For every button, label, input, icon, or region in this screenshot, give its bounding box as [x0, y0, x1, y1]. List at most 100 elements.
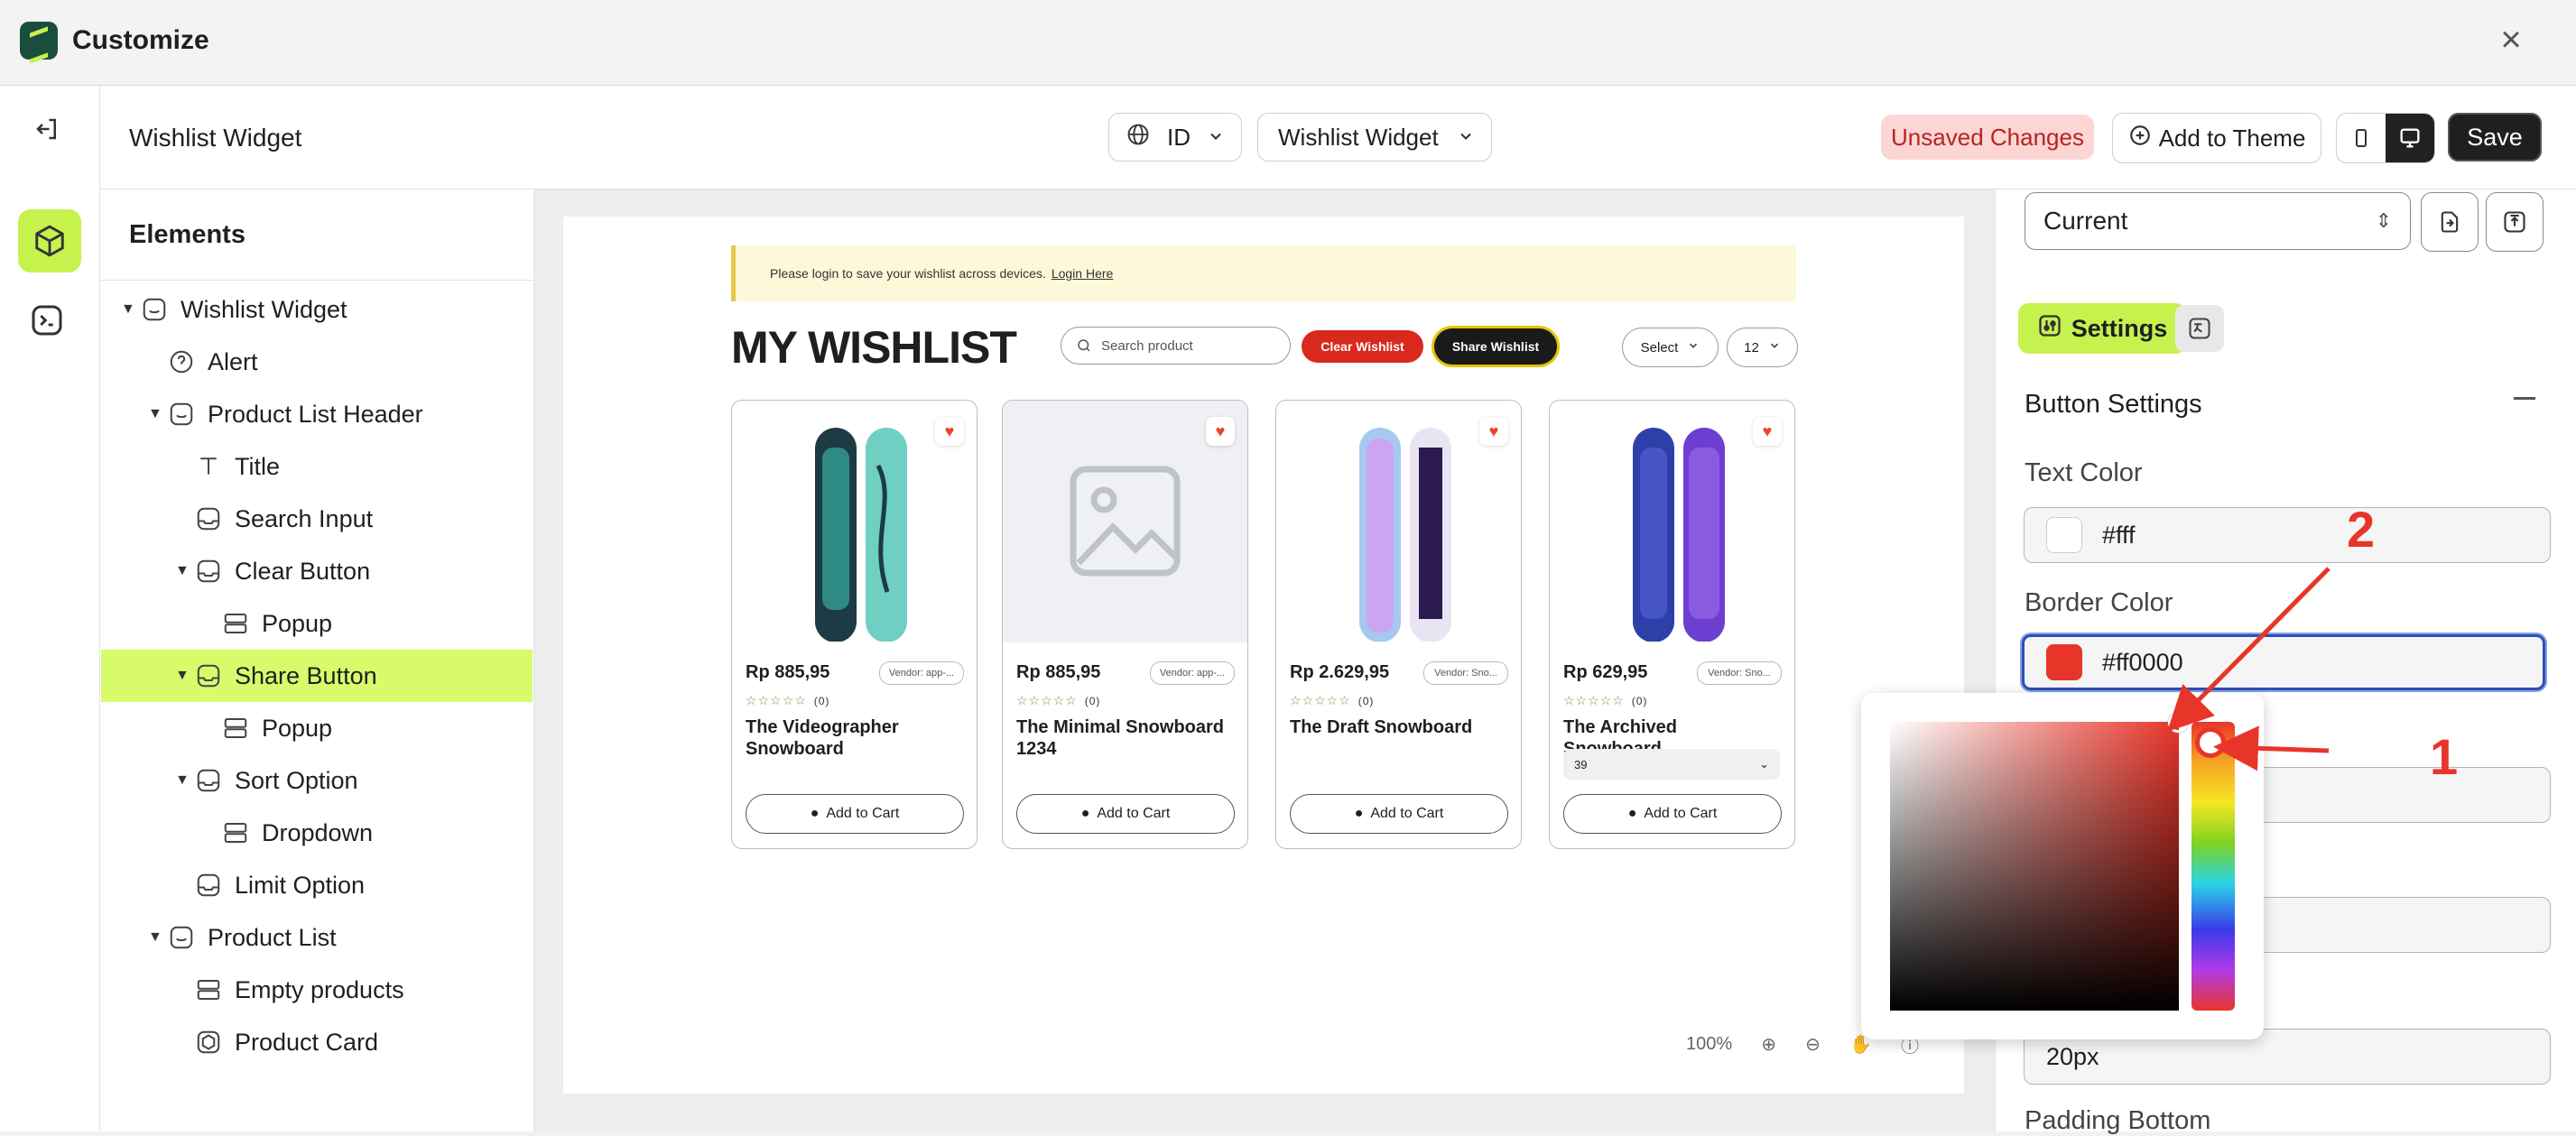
annotation-number: 1 [2430, 728, 2459, 785]
add-to-cart-button[interactable]: ● Add to Cart [1290, 794, 1508, 834]
heart-icon[interactable]: ♥ [1206, 417, 1235, 446]
tab-settings[interactable]: Settings [2018, 303, 2186, 354]
tree-item-label: Product Card [235, 1028, 379, 1056]
tree-item-limit-option[interactable]: Limit Option [175, 859, 533, 911]
tree-item-label: Popup [262, 714, 333, 742]
elements-cube-icon[interactable] [18, 209, 81, 272]
translate-icon[interactable] [2175, 305, 2224, 352]
tree-item-product-card[interactable]: Product Card [175, 1016, 533, 1068]
login-alert: Please login to save your wishlist acros… [731, 245, 1796, 301]
product-card[interactable]: ♥ Rp 2.629,95 Vendor: Sno... ☆☆☆☆☆ (0) Th… [1275, 400, 1522, 849]
heart-icon[interactable]: ♥ [935, 417, 964, 446]
mobile-view-icon[interactable] [2337, 114, 2386, 162]
tree-item-search-input[interactable]: Search Input [175, 493, 533, 545]
tree-item-popup[interactable]: Popup [202, 702, 533, 754]
save-button[interactable]: Save [2448, 113, 2542, 162]
tree-item-label: Sort Option [235, 766, 358, 794]
zoom-level: 100% [1686, 1033, 1733, 1054]
divider [100, 280, 533, 281]
saturation-area[interactable] [1890, 722, 2179, 1011]
input-icon [195, 505, 222, 532]
caret-down-icon[interactable]: ▼ [175, 668, 195, 684]
login-link[interactable]: Login Here [1052, 266, 1114, 281]
bag-icon: ● [810, 806, 820, 821]
tree-item-alert[interactable]: Alert [148, 336, 533, 388]
widget-select[interactable]: Wishlist Widget [1257, 113, 1492, 162]
wishlist-title: MY WISHLIST [731, 322, 1017, 373]
tree-item-wishlist-widget[interactable]: ▼ Wishlist Widget [121, 283, 533, 336]
sort-value: Select [1640, 339, 1679, 356]
product-price: Rp 885,95 [1016, 662, 1101, 682]
sort-select[interactable]: Select [1622, 328, 1719, 367]
caret-down-icon[interactable]: ▼ [148, 929, 168, 946]
import-icon[interactable] [2421, 192, 2479, 252]
zoom-in-icon[interactable]: ⊕ [1761, 1033, 1776, 1056]
tree-item-empty-products[interactable]: Empty products [175, 964, 533, 1016]
color-swatch [2046, 517, 2082, 553]
add-to-cart-button[interactable]: ● Add to Cart [1016, 794, 1235, 834]
layout-icon [222, 610, 249, 637]
text-color-label: Text Color [2025, 458, 2143, 487]
product-card[interactable]: ♥ Rp 885,95 Vendor: app-... ☆☆☆☆☆ (0) The… [731, 400, 978, 849]
close-icon[interactable]: × [2491, 20, 2531, 60]
review-count: (0) [1084, 695, 1101, 707]
chevron-down-icon [1768, 339, 1781, 356]
exit-icon[interactable] [27, 115, 67, 152]
add-to-theme-button[interactable]: Add to Theme [2112, 113, 2321, 163]
heart-icon[interactable]: ♥ [1479, 417, 1508, 446]
review-count: (0) [1631, 695, 1648, 707]
widget-icon [168, 401, 195, 428]
caret-down-icon[interactable]: ▼ [175, 563, 195, 579]
tree-item-product-list[interactable]: ▼ Product List [148, 911, 533, 964]
rating-stars: ☆☆☆☆☆ (0) [1563, 693, 1648, 707]
variant-value: 39 [1574, 757, 1588, 771]
text-color-value: #fff [2102, 521, 2136, 549]
version-select[interactable]: Current ⇕ [2025, 192, 2411, 250]
tree-item-label: Popup [262, 609, 333, 637]
chevron-down-icon [1207, 124, 1225, 152]
tree-item-title[interactable]: Title [175, 440, 533, 493]
section-title: Button Settings [2025, 390, 2202, 419]
product-name[interactable]: The Draft Snowboard [1290, 716, 1506, 738]
caret-down-icon[interactable]: ▼ [121, 301, 141, 318]
clear-wishlist-button[interactable]: Clear Wishlist [1302, 330, 1423, 363]
language-select[interactable]: ID [1108, 113, 1242, 162]
product-card[interactable]: ♥ Rp 629,95 Vendor: Sno... ☆☆☆☆☆ (0) The … [1549, 400, 1795, 849]
tree-item-share-button[interactable]: ▼ Share Button [101, 650, 533, 702]
tree-item-product-list-header[interactable]: ▼ Product List Header [148, 388, 533, 440]
variant-select[interactable]: 39 ⌄ [1563, 749, 1780, 780]
product-name[interactable]: The Videographer Snowboard [746, 716, 962, 760]
device-toggle [2336, 113, 2435, 163]
product-image [743, 411, 964, 642]
layout-icon [195, 976, 222, 1003]
add-to-cart-button[interactable]: ● Add to Cart [746, 794, 964, 834]
caret-down-icon[interactable]: ▼ [175, 772, 195, 789]
tree-item-dropdown[interactable]: Dropdown [202, 807, 533, 859]
product-card[interactable]: ♥ Rp 885,95 Vendor: app-... ☆☆☆☆☆ (0) The… [1002, 400, 1248, 849]
collapse-icon[interactable] [2514, 397, 2535, 400]
export-icon[interactable] [2486, 192, 2544, 252]
app-logo-icon [20, 22, 58, 60]
heart-icon[interactable]: ♥ [1753, 417, 1782, 446]
review-count: (0) [813, 695, 830, 707]
annotation-number: 2 [2347, 501, 2376, 558]
layout-icon [222, 715, 249, 742]
share-wishlist-button[interactable]: Share Wishlist [1434, 328, 1557, 365]
search-input[interactable]: Search product [1061, 327, 1291, 365]
rating-stars: ☆☆☆☆☆ (0) [1016, 693, 1101, 707]
chevron-up-down-icon: ⇕ [2375, 209, 2392, 232]
tree-item-label: Product List Header [208, 400, 423, 428]
zoom-out-icon[interactable]: ⊖ [1805, 1033, 1821, 1056]
limit-select[interactable]: 12 [1727, 328, 1798, 367]
tree-item-sort-option[interactable]: ▼ Sort Option [175, 754, 533, 807]
add-to-cart-label: Add to Cart [1644, 806, 1718, 821]
add-to-cart-button[interactable]: ● Add to Cart [1563, 794, 1782, 834]
code-terminal-icon[interactable] [29, 302, 70, 344]
tree-item-clear-button[interactable]: ▼ Clear Button [175, 545, 533, 597]
tree-item-label: Limit Option [235, 871, 366, 899]
tree-item-popup[interactable]: Popup [202, 597, 533, 650]
desktop-view-icon[interactable] [2386, 114, 2434, 162]
product-name[interactable]: The Minimal Snowboard 1234 [1016, 716, 1233, 760]
unsaved-changes-badge: Unsaved Changes [1881, 115, 2094, 160]
caret-down-icon[interactable]: ▼ [148, 406, 168, 422]
